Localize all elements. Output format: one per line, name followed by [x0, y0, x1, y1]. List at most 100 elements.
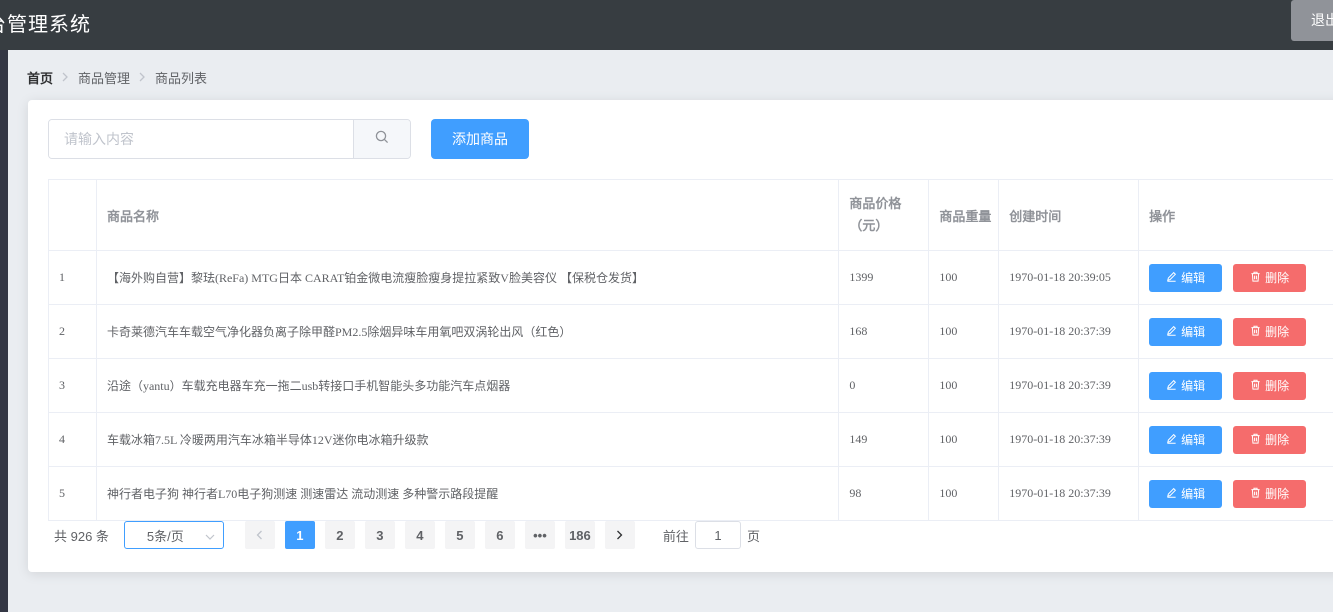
delete-button[interactable]: 删除: [1233, 371, 1307, 400]
search-input[interactable]: [49, 120, 354, 158]
goto-page-input[interactable]: [694, 521, 741, 549]
row-price: 149: [839, 413, 930, 466]
edit-icon: [1166, 325, 1177, 339]
page-button-1[interactable]: 1: [284, 521, 315, 549]
pagination: 共 926 条 5条/页 1 2 3 4 5 6 ••• 186 前往 1 页: [54, 521, 760, 549]
row-weight: 100: [929, 467, 1000, 520]
row-weight: 100: [929, 305, 1000, 358]
delete-button[interactable]: 删除: [1233, 425, 1307, 454]
row-name: 沿途（yantu）车载充电器车充一拖二usb转接口手机智能头多功能汽车点烟器: [97, 359, 840, 412]
row-name: 神行者电子狗 神行者L70电子狗测速 测速雷达 流动测速 多种警示路段提醒: [97, 467, 840, 520]
edit-icon: [1166, 379, 1177, 393]
search-icon: [375, 130, 389, 149]
row-created: 1970-01-18 20:37:39: [999, 467, 1140, 520]
row-created: 1970-01-18 20:37:39: [999, 413, 1140, 466]
delete-icon: [1250, 487, 1261, 501]
app-title: 台管理系统: [0, 14, 91, 36]
row-weight: 100: [929, 251, 1000, 304]
row-ops: 编辑 删除: [1139, 467, 1333, 520]
prev-page-button[interactable]: [244, 521, 275, 549]
chevron-down-icon: [205, 528, 215, 543]
edit-label: 编辑: [1181, 433, 1206, 447]
delete-label: 删除: [1265, 271, 1290, 285]
breadcrumb-goods-list: 商品列表: [155, 71, 208, 86]
chevron-left-icon: [256, 528, 263, 543]
logout-button[interactable]: 退出: [1291, 0, 1333, 41]
goto-suffix: 页: [746, 528, 760, 544]
pager: 1 2 3 4 5 6 ••• 186: [244, 521, 635, 549]
delete-button[interactable]: 删除: [1233, 317, 1307, 346]
table-row: 4 车载冰箱7.5L 冷暖两用汽车冰箱半导体12V迷你电冰箱升级款 149 10…: [49, 413, 1333, 467]
page-button-2[interactable]: 2: [324, 521, 355, 549]
search-button[interactable]: [353, 120, 410, 158]
page-button-5[interactable]: 5: [444, 521, 475, 549]
row-ops: 编辑 删除: [1139, 251, 1333, 304]
column-header-price-line1: 商品价格: [849, 196, 902, 211]
row-ops: 编辑 删除: [1139, 413, 1333, 466]
page-button-6[interactable]: 6: [484, 521, 515, 549]
more-pages-button[interactable]: •••: [524, 521, 555, 549]
goods-card: 添加商品 商品名称 商品价格 （元） 商品重量 创建时间 操作 1 【海外购自营…: [28, 100, 1333, 572]
table-header: 商品名称 商品价格 （元） 商品重量 创建时间 操作: [49, 180, 1333, 251]
breadcrumb-home[interactable]: 首页: [27, 68, 53, 87]
edit-button[interactable]: 编辑: [1149, 371, 1223, 400]
delete-button[interactable]: 删除: [1233, 479, 1307, 508]
edit-label: 编辑: [1181, 379, 1206, 393]
row-index: 4: [49, 413, 97, 466]
row-price: 0: [839, 359, 930, 412]
row-price: 98: [839, 467, 930, 520]
page-jumper: 前往 页: [663, 521, 760, 549]
row-name: 卡奇莱德汽车车载空气净化器负离子除甲醛PM2.5除烟异味车用氧吧双涡轮出风（红色…: [97, 305, 840, 358]
row-name: 【海外购自营】黎珐(ReFa) MTG日本 CARAT铂金微电流瘦脸瘦身提拉紧致…: [97, 251, 840, 304]
row-index: 2: [49, 305, 97, 358]
goto-prefix: 前往: [662, 528, 689, 544]
edit-label: 编辑: [1181, 325, 1206, 339]
delete-icon: [1250, 325, 1261, 339]
column-header-weight: 商品重量: [929, 180, 1000, 250]
edit-button[interactable]: 编辑: [1149, 263, 1223, 292]
breadcrumb-goods-manage: 商品管理: [78, 71, 131, 86]
edit-button[interactable]: 编辑: [1149, 317, 1223, 346]
delete-label: 删除: [1265, 379, 1290, 393]
row-ops: 编辑 删除: [1139, 359, 1333, 412]
add-goods-button[interactable]: 添加商品: [431, 119, 529, 159]
column-header-price-line2: （元）: [849, 218, 889, 233]
breadcrumb: 首页 商品管理 商品列表: [27, 68, 207, 87]
edit-button[interactable]: 编辑: [1149, 479, 1223, 508]
row-index: 1: [49, 251, 97, 304]
row-index: 3: [49, 359, 97, 412]
search-box: [48, 119, 411, 159]
delete-icon: [1250, 433, 1261, 447]
breadcrumb-separator-icon: [62, 71, 69, 85]
row-index: 5: [49, 467, 97, 520]
edit-icon: [1166, 487, 1177, 501]
edit-label: 编辑: [1181, 487, 1206, 501]
edit-icon: [1166, 271, 1177, 285]
page-button-4[interactable]: 4: [404, 521, 435, 549]
delete-label: 删除: [1265, 487, 1290, 501]
column-header-created: 创建时间: [999, 180, 1140, 250]
column-header-ops: 操作: [1149, 208, 1176, 224]
edit-icon: [1166, 433, 1177, 447]
edit-button[interactable]: 编辑: [1149, 425, 1223, 454]
chevron-right-icon: [616, 528, 623, 543]
page-size-select[interactable]: 5条/页: [123, 521, 224, 549]
page-button-3[interactable]: 3: [364, 521, 395, 549]
page-button-last[interactable]: 186: [564, 521, 595, 549]
sidebar: [0, 50, 8, 612]
row-ops: 编辑 删除: [1139, 305, 1333, 358]
table-row: 2 卡奇莱德汽车车载空气净化器负离子除甲醛PM2.5除烟异味车用氧吧双涡轮出风（…: [49, 305, 1333, 359]
breadcrumb-separator-icon: [139, 71, 146, 85]
next-page-button[interactable]: [604, 521, 635, 549]
delete-icon: [1250, 271, 1261, 285]
row-price: 1399: [839, 251, 930, 304]
table-row: 3 沿途（yantu）车载充电器车充一拖二usb转接口手机智能头多功能汽车点烟器…: [49, 359, 1333, 413]
delete-button[interactable]: 删除: [1233, 263, 1307, 292]
page-size-value: 5条/页: [146, 528, 184, 544]
delete-label: 删除: [1265, 325, 1290, 339]
column-header-index: [49, 180, 97, 250]
edit-label: 编辑: [1181, 271, 1206, 285]
delete-icon: [1250, 379, 1261, 393]
app-header: 台管理系统 退出: [0, 0, 1333, 50]
row-created: 1970-01-18 20:37:39: [999, 359, 1140, 412]
